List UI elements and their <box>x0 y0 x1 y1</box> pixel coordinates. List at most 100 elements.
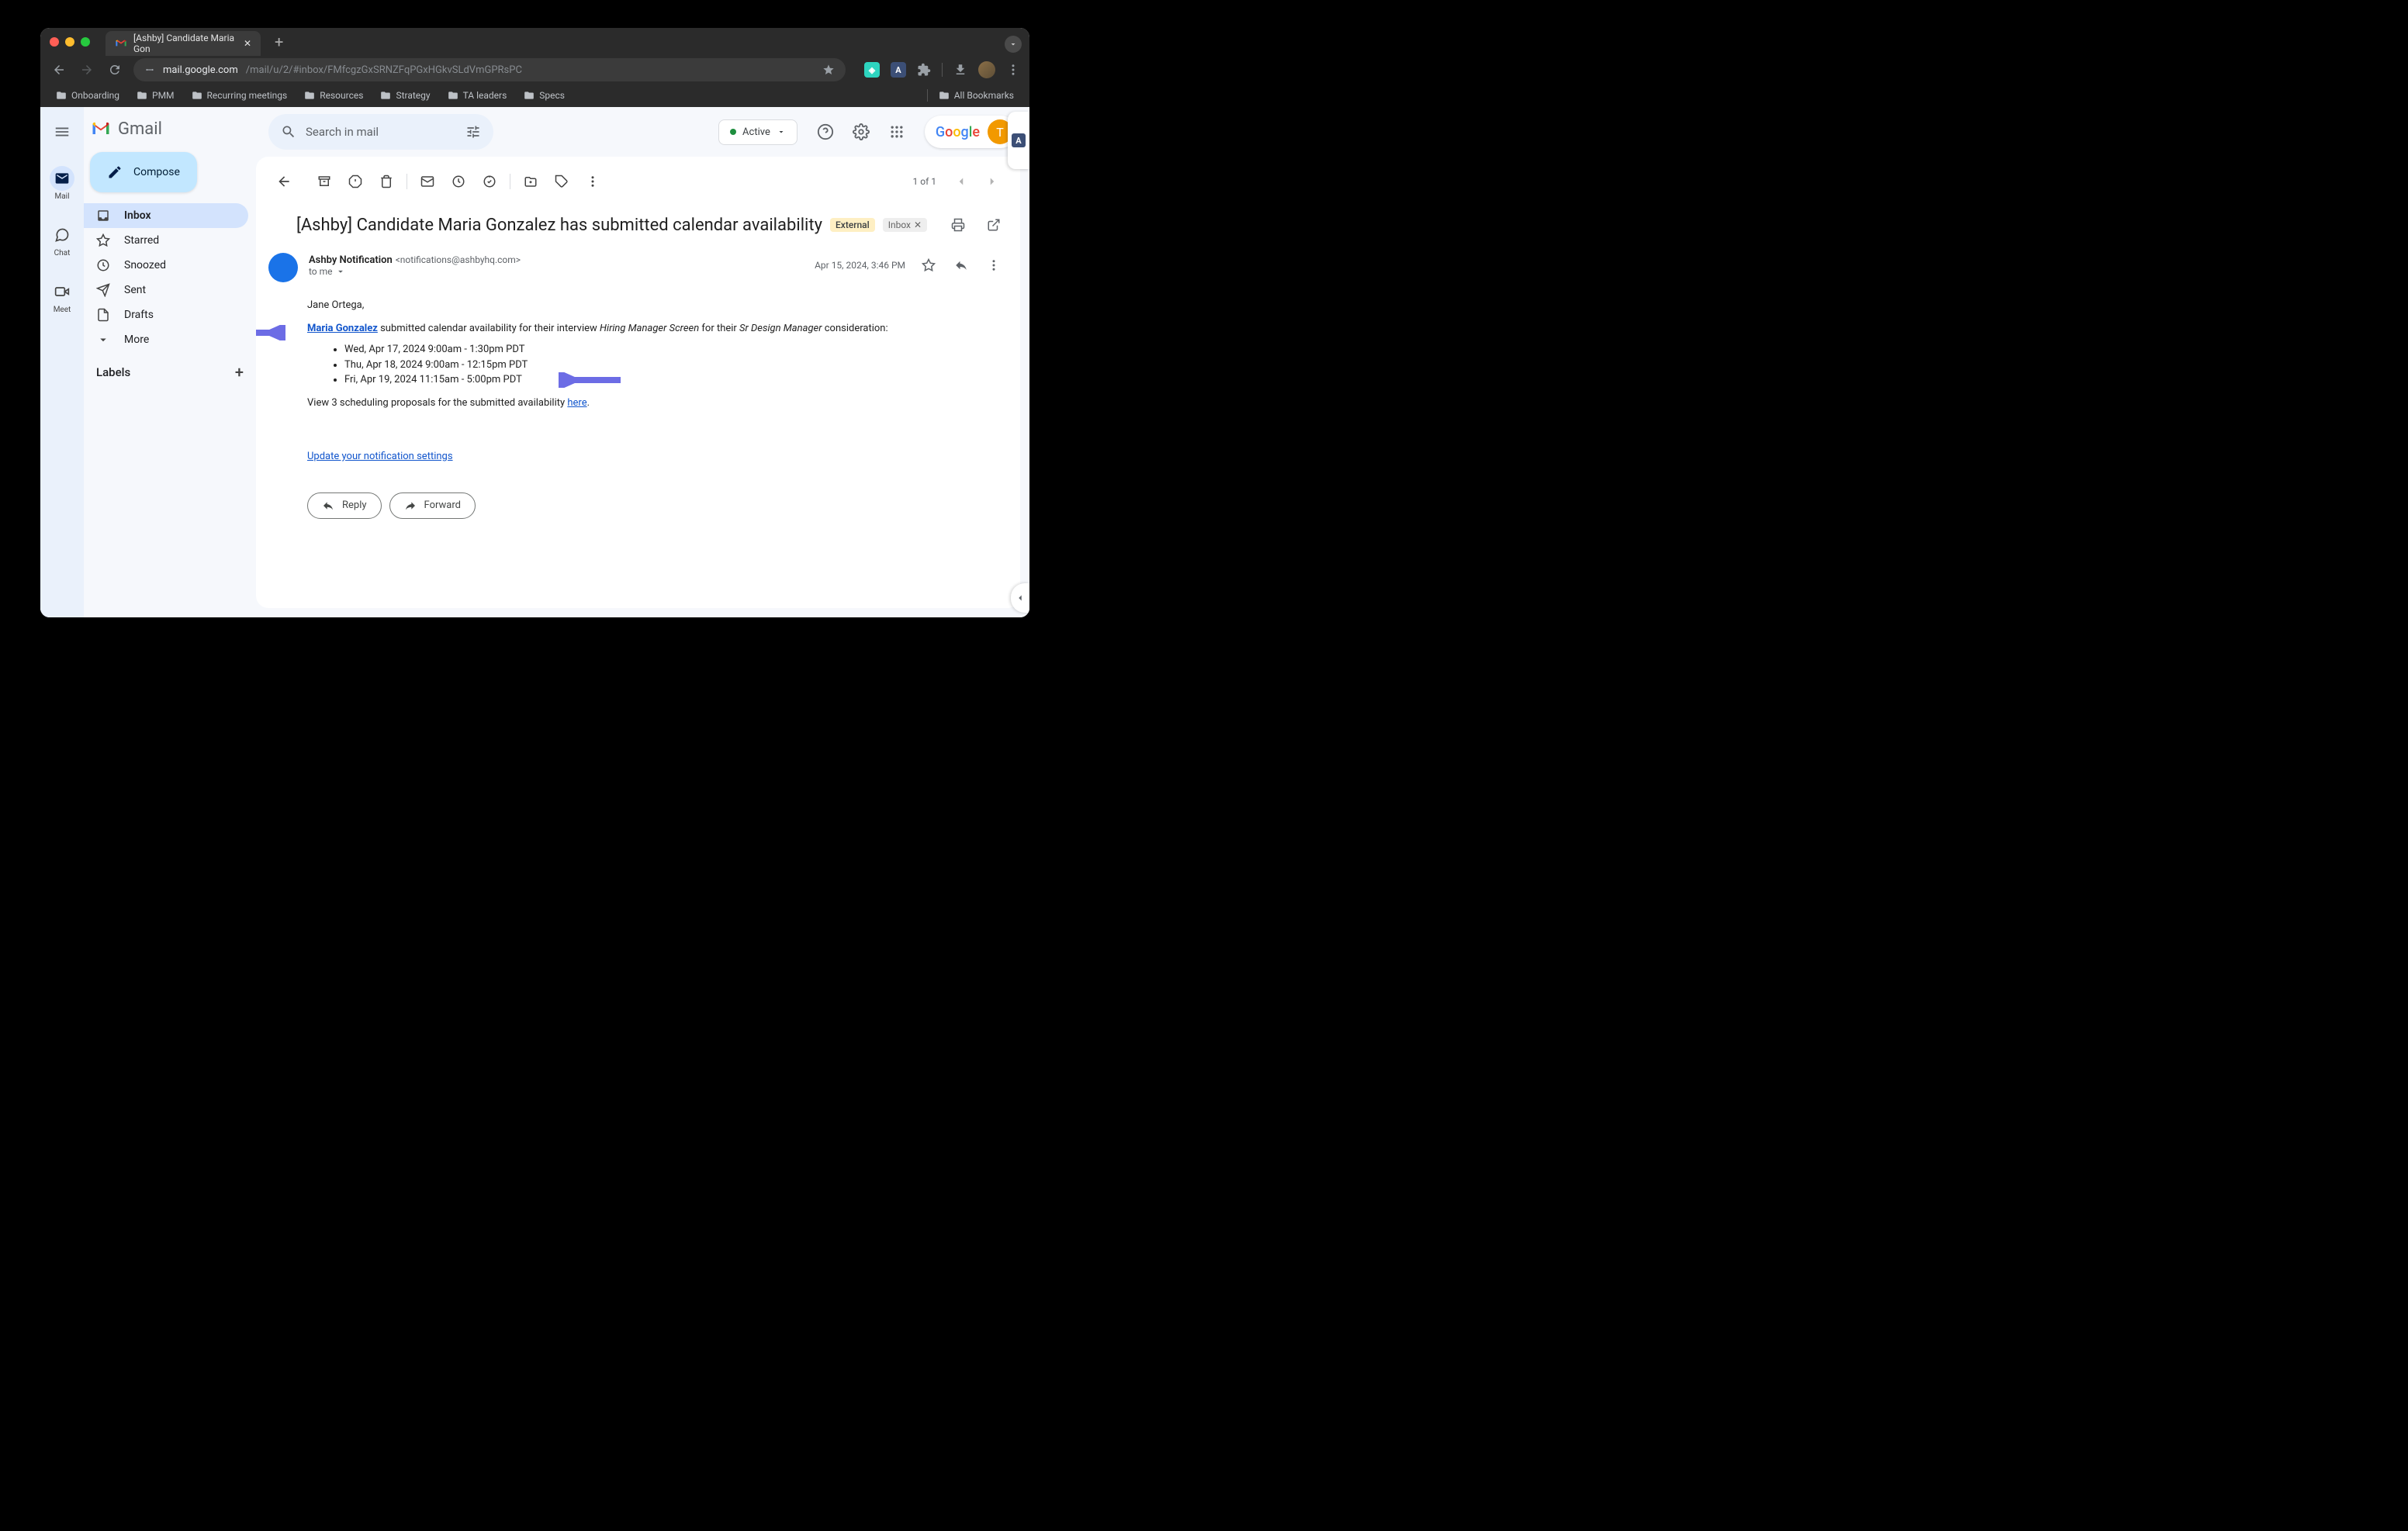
bookmark-specs[interactable]: Specs <box>517 87 571 104</box>
clock-icon <box>96 258 110 272</box>
reply-icon-button[interactable] <box>947 251 975 279</box>
next-message-button[interactable] <box>977 166 1008 197</box>
extension-icon-2[interactable]: A <box>891 62 906 78</box>
availability-list: Wed, Apr 17, 2024 9:00am - 1:30pm PDT Th… <box>344 342 1008 388</box>
all-bookmarks-button[interactable]: All Bookmarks <box>932 87 1020 104</box>
forward-icon <box>404 499 417 512</box>
settings-button[interactable] <box>846 116 877 147</box>
document-icon <box>96 308 110 322</box>
url-bar: mail.google.com/mail/u/2/#inbox/FMfcgzGx… <box>40 56 1029 84</box>
snooze-button[interactable] <box>443 166 474 197</box>
availability-slot: Thu, Apr 18, 2024 9:00am - 12:15pm PDT <box>344 358 1008 373</box>
nav-sent[interactable]: Sent <box>84 278 248 302</box>
close-tab-icon[interactable]: ✕ <box>244 38 251 49</box>
nav-snoozed[interactable]: Snoozed <box>84 253 248 278</box>
site-info-icon[interactable] <box>144 64 155 75</box>
extensions-icon[interactable] <box>917 63 931 77</box>
role-name: Sr Design Manager <box>739 323 822 334</box>
mark-unread-button[interactable] <box>412 166 443 197</box>
bookmark-recurring[interactable]: Recurring meetings <box>185 87 294 104</box>
star-message-button[interactable] <box>915 251 943 279</box>
main-menu-button[interactable] <box>45 115 79 149</box>
remove-label-icon[interactable]: ✕ <box>914 219 922 230</box>
gmail-app: Mail Chat Meet Gmail Compose Inbox Starr… <box>40 107 1029 617</box>
chevron-down-icon <box>335 266 346 277</box>
close-window-button[interactable] <box>50 37 59 47</box>
extension-icon-1[interactable]: ◈ <box>864 62 880 78</box>
reply-icon <box>322 499 334 512</box>
open-in-new-button[interactable] <box>980 211 1008 239</box>
annotation-arrow-right <box>559 372 621 388</box>
bookmark-pmm[interactable]: PMM <box>130 87 181 104</box>
archive-button[interactable] <box>309 166 340 197</box>
nav-inbox[interactable]: Inbox <box>84 203 248 228</box>
email-body: Jane Ortega, Maria Gonzalez submitted ca… <box>256 282 1020 477</box>
candidate-link[interactable]: Maria Gonzalez <box>307 323 378 334</box>
inbox-label-chip[interactable]: Inbox ✕ <box>883 218 927 232</box>
forward-button[interactable]: Forward <box>389 492 476 519</box>
side-extension-overlay[interactable]: A <box>1008 112 1029 169</box>
add-to-tasks-button[interactable] <box>474 166 505 197</box>
labels-button[interactable] <box>546 166 577 197</box>
recipient-dropdown[interactable]: to me <box>309 266 804 277</box>
tabs-dropdown-button[interactable] <box>1005 36 1022 53</box>
menu-kebab-icon[interactable] <box>1006 63 1020 77</box>
reply-actions: Reply Forward <box>256 477 1020 531</box>
downloads-icon[interactable] <box>953 63 967 77</box>
account-button[interactable]: Google T <box>925 116 1017 148</box>
report-spam-button[interactable] <box>340 166 371 197</box>
rail-chat[interactable]: Chat <box>50 218 74 262</box>
google-logo: Google <box>936 124 980 140</box>
status-dot-icon <box>730 129 736 135</box>
minimize-window-button[interactable] <box>65 37 74 47</box>
notification-settings-link[interactable]: Update your notification settings <box>307 449 453 465</box>
app-rail: Mail Chat Meet <box>40 107 84 617</box>
bookmark-onboarding[interactable]: Onboarding <box>50 87 126 104</box>
email-subject: [Ashby] Candidate Maria Gonzalez has sub… <box>296 216 822 235</box>
inbox-icon <box>96 209 110 223</box>
reply-button[interactable]: Reply <box>307 492 382 519</box>
rail-meet[interactable]: Meet <box>50 275 74 319</box>
nav-more[interactable]: More <box>84 327 248 352</box>
support-button[interactable] <box>810 116 841 147</box>
chat-icon <box>54 227 70 243</box>
nav-drafts[interactable]: Drafts <box>84 302 248 327</box>
more-actions-button[interactable] <box>577 166 608 197</box>
browser-tab[interactable]: [Ashby] Candidate Maria Gon ✕ <box>106 31 261 56</box>
message-more-button[interactable] <box>980 251 1008 279</box>
help-icon <box>817 123 834 140</box>
bookmark-strategy[interactable]: Strategy <box>374 87 436 104</box>
back-to-inbox-button[interactable] <box>268 166 299 197</box>
delete-button[interactable] <box>371 166 402 197</box>
apps-button[interactable] <box>881 116 912 147</box>
prev-message-button[interactable] <box>946 166 977 197</box>
move-to-button[interactable] <box>515 166 546 197</box>
reload-button[interactable] <box>106 60 124 79</box>
gmail-favicon <box>115 37 127 50</box>
rail-mail[interactable]: Mail <box>50 161 74 206</box>
bookmark-resources[interactable]: Resources <box>298 87 369 104</box>
pencil-icon <box>107 164 123 180</box>
forward-button[interactable] <box>78 60 96 79</box>
status-selector[interactable]: Active <box>718 119 797 145</box>
tune-icon[interactable] <box>465 124 481 140</box>
profile-button[interactable] <box>978 61 995 78</box>
new-tab-button[interactable]: + <box>267 33 291 51</box>
send-icon <box>96 283 110 297</box>
gear-icon <box>853 123 870 140</box>
address-bar[interactable]: mail.google.com/mail/u/2/#inbox/FMfcgzGx… <box>133 58 846 81</box>
add-label-button[interactable]: + <box>235 363 244 382</box>
mail-icon <box>54 171 70 186</box>
compose-button[interactable]: Compose <box>90 152 197 192</box>
search-input[interactable]: Search in mail <box>268 114 493 150</box>
back-button[interactable] <box>50 60 68 79</box>
url-path: /mail/u/2/#inbox/FMfcgzGxSRNZFqPGxHGkvSL… <box>246 64 522 76</box>
print-button[interactable] <box>944 211 972 239</box>
bookmark-star-icon[interactable] <box>822 64 835 76</box>
maximize-window-button[interactable] <box>81 37 90 47</box>
gmail-logo[interactable]: Gmail <box>84 113 256 152</box>
external-badge: External <box>830 218 875 232</box>
proposals-link[interactable]: here <box>567 397 586 409</box>
nav-starred[interactable]: Starred <box>84 228 248 253</box>
bookmark-ta-leaders[interactable]: TA leaders <box>441 87 514 104</box>
